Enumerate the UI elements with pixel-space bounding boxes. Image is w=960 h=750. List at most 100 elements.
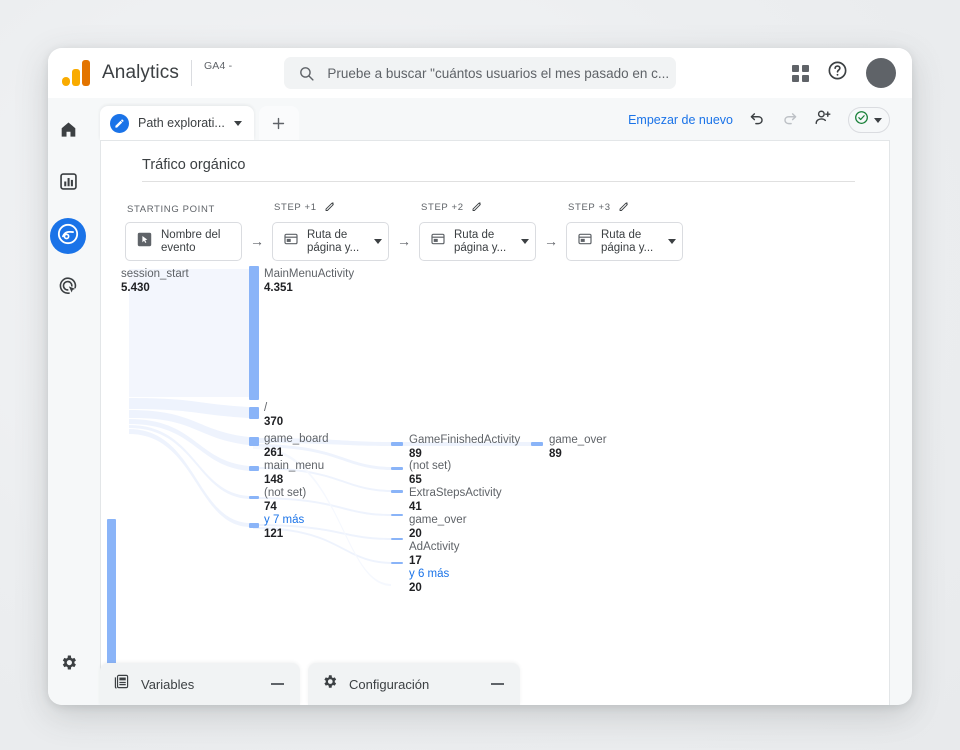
- redo-icon[interactable]: [781, 109, 799, 132]
- step-selector-3[interactable]: Ruta de página y...: [566, 222, 683, 261]
- sankey-node-value: 41: [409, 501, 422, 513]
- sankey-more-link[interactable]: y 7 más: [264, 514, 304, 527]
- sankey-node-label: (not set): [264, 487, 307, 499]
- restart-link[interactable]: Empezar de nuevo: [628, 113, 733, 127]
- top-header-bar: Analytics GA4 - Pruebe a buscar "cuántos…: [48, 48, 912, 98]
- sharing-status-button[interactable]: [848, 107, 890, 133]
- sankey-node-bar[interactable]: [249, 437, 259, 446]
- analytics-logo: [62, 60, 92, 86]
- sankey-node-bar[interactable]: [107, 519, 116, 685]
- gear-icon: [321, 673, 338, 695]
- sankey-node-label: session_start: [121, 268, 189, 280]
- sankey-node-bar[interactable]: [249, 466, 259, 471]
- chevron-down-icon[interactable]: [874, 117, 882, 123]
- header-divider: [190, 60, 192, 86]
- step-selector-1[interactable]: Ruta de página y...: [272, 222, 389, 261]
- sankey-node-bar[interactable]: [391, 538, 403, 540]
- configuration-panel-label: Configuración: [349, 676, 430, 692]
- sankey-node-label: game_over: [549, 434, 607, 446]
- help-question-icon[interactable]: [827, 60, 848, 86]
- search-box[interactable]: Pruebe a buscar "cuántos usuarios el mes…: [284, 57, 677, 89]
- sankey-node-bar[interactable]: [531, 442, 543, 446]
- pencil-circle-icon: [110, 113, 129, 133]
- person-add-icon[interactable]: [814, 108, 833, 132]
- sankey-node-label: MainMenuActivity: [264, 268, 355, 280]
- search-input[interactable]: Pruebe a buscar "cuántos usuarios el mes…: [327, 66, 669, 81]
- sidebar-item-home[interactable]: [50, 114, 86, 150]
- starting-point-selector[interactable]: Nombre del evento: [125, 222, 242, 261]
- configuration-panel-tab[interactable]: Configuración: [308, 663, 520, 705]
- sankey-node-label: /: [264, 402, 268, 414]
- search-icon: [298, 65, 315, 82]
- pencil-icon[interactable]: [324, 200, 336, 215]
- step-column-1: STEP +1 Ruta de página y...: [272, 200, 389, 261]
- undo-icon[interactable]: [748, 109, 766, 132]
- step-selector-2[interactable]: Ruta de página y...: [419, 222, 536, 261]
- step-column-0: STARTING POINT Nombre del evento: [125, 204, 242, 261]
- explore-compass-icon: [57, 223, 79, 250]
- variables-panel-icon: [113, 673, 130, 695]
- tab-label: Path explorati...: [138, 116, 225, 130]
- sankey-node-label: AdActivity: [409, 541, 460, 553]
- sankey-node-bar[interactable]: [391, 490, 403, 493]
- sidebar-item-advertising[interactable]: [50, 270, 86, 306]
- sankey-node-value: 5.430: [121, 282, 150, 294]
- header-actions: [792, 58, 896, 88]
- gear-icon: [59, 653, 78, 677]
- brand-title: Analytics: [102, 62, 179, 83]
- sankey-node-value: 74: [264, 501, 277, 513]
- variables-panel-tab[interactable]: Variables: [100, 663, 300, 705]
- pencil-icon[interactable]: [471, 200, 483, 215]
- pencil-icon[interactable]: [618, 200, 630, 215]
- chevron-down-icon[interactable]: [233, 120, 242, 126]
- chevron-down-icon[interactable]: [374, 239, 382, 244]
- sankey-node-bar[interactable]: [391, 442, 403, 446]
- sankey-links: [129, 269, 531, 586]
- page-icon: [577, 231, 593, 252]
- step-arrow-icon: →: [397, 233, 411, 249]
- exploration-toolbar: Empezar de nuevo: [628, 107, 890, 133]
- sankey-node-label: ExtraStepsActivity: [409, 487, 502, 499]
- tab-strip: Path explorati... Empezar de nuevo: [88, 98, 912, 140]
- tab-path-exploration[interactable]: Path explorati...: [100, 106, 254, 140]
- step-header-label: STEP +3: [568, 202, 611, 213]
- sankey-node-bar[interactable]: [249, 496, 259, 499]
- minimize-dash-icon[interactable]: [491, 683, 504, 685]
- sankey-node-bar[interactable]: [249, 266, 259, 400]
- sankey-node-value: 261: [264, 447, 284, 459]
- sidebar-item-admin[interactable]: [50, 647, 86, 683]
- exploration-canvas: Tráfico orgánico STARTING POINT Nombre d…: [100, 140, 890, 705]
- sankey-node-bar[interactable]: [391, 562, 403, 564]
- sankey-node-label: main_menu: [264, 460, 325, 472]
- sankey-more-link[interactable]: y 6 más: [409, 568, 449, 581]
- avatar[interactable]: [866, 58, 896, 88]
- step-value-2: Ruta de página y...: [454, 228, 507, 254]
- add-tab-button[interactable]: [258, 106, 299, 140]
- step-header-0: STARTING POINT: [127, 204, 242, 215]
- sankey-node-value: 121: [264, 528, 284, 540]
- step-header-1: STEP +1: [274, 200, 389, 215]
- sankey-node-value: 89: [549, 448, 562, 460]
- apps-grid-icon[interactable]: [792, 64, 809, 82]
- chevron-down-icon[interactable]: [521, 239, 529, 244]
- minimize-dash-icon[interactable]: [271, 683, 284, 685]
- left-navigation-rail: [48, 98, 88, 705]
- sankey-node-value: 65: [409, 474, 422, 486]
- sankey-node-label: (not set): [409, 460, 452, 472]
- sankey-node-bar[interactable]: [249, 407, 259, 419]
- step-arrow-icon: →: [250, 233, 264, 249]
- sankey-node-bar[interactable]: [391, 514, 403, 516]
- sankey-node-bar[interactable]: [391, 467, 403, 470]
- step-value-1: Ruta de página y...: [307, 228, 360, 254]
- step-header-label: STEP +1: [274, 202, 317, 213]
- sankey-node-value: 4.351: [264, 282, 293, 294]
- sankey-node-bar[interactable]: [249, 523, 259, 528]
- sankey-node-label: game_board: [264, 433, 329, 445]
- sankey-node-value: 17: [409, 555, 422, 567]
- step-column-2: STEP +2 Ruta de página y...: [419, 200, 536, 261]
- sidebar-item-reports[interactable]: [50, 166, 86, 202]
- bottom-panel-bar: Variables Configuración: [88, 663, 912, 705]
- sidebar-item-explore[interactable]: [50, 218, 86, 254]
- starting-point-value: Nombre del evento: [161, 228, 221, 254]
- chevron-down-icon[interactable]: [668, 239, 676, 244]
